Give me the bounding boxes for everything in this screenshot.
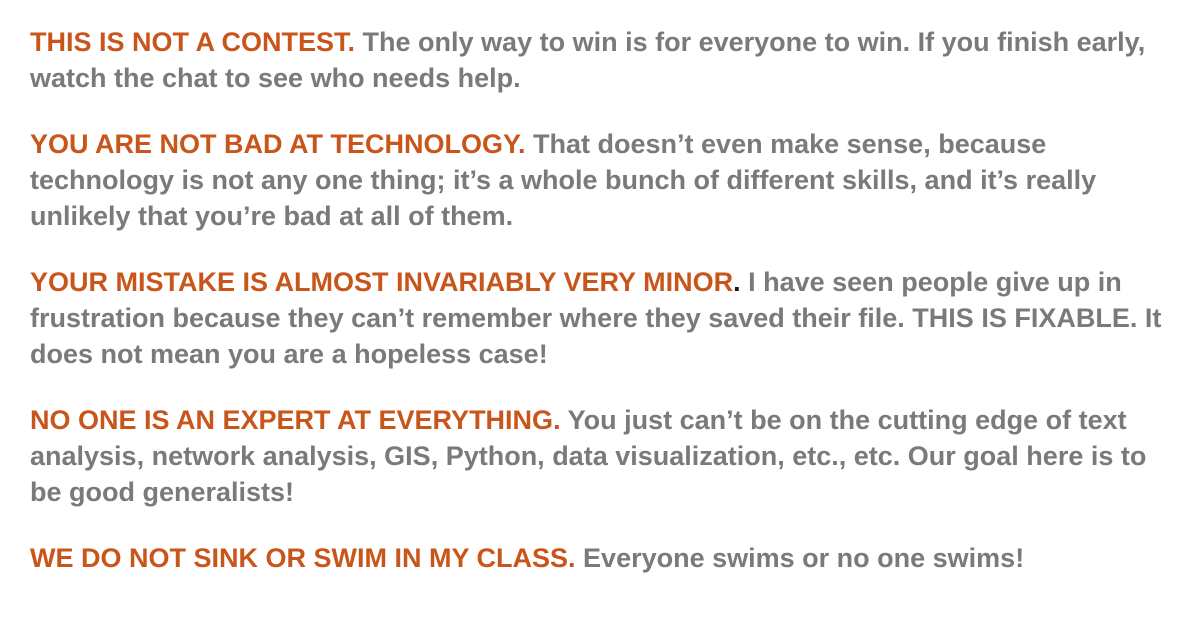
rule-paragraph-not-bad-at-technology: YOU ARE NOT BAD AT TECHNOLOGY. That does… — [30, 126, 1180, 234]
rule-heading-period: . — [518, 129, 526, 159]
rule-heading: WE DO NOT SINK OR SWIM IN MY CLASS — [30, 543, 569, 573]
rule-paragraph-not-a-contest: THIS IS NOT A CONTEST. The only way to w… — [30, 24, 1180, 96]
rule-paragraph-sink-or-swim: WE DO NOT SINK OR SWIM IN MY CLASS. Ever… — [30, 540, 1180, 576]
class-rules-document: THIS IS NOT A CONTEST. The only way to w… — [30, 24, 1180, 576]
rule-heading: THIS IS NOT A CONTEST — [30, 27, 348, 57]
rule-heading-period: . — [733, 267, 741, 297]
rule-heading: YOUR MISTAKE IS ALMOST INVARIABLY VERY M… — [30, 267, 734, 297]
rule-heading-period: . — [553, 405, 561, 435]
rule-paragraph-mistake-is-minor: YOUR MISTAKE IS ALMOST INVARIABLY VERY M… — [30, 264, 1180, 372]
rule-heading: YOU ARE NOT BAD AT TECHNOLOGY — [30, 129, 519, 159]
rule-heading-period: . — [568, 543, 576, 573]
rule-heading-period: . — [347, 27, 356, 57]
rule-text: Everyone swims or no one swims! — [583, 543, 1025, 573]
rule-heading: NO ONE IS AN EXPERT AT EVERYTHING — [30, 405, 554, 435]
rule-paragraph-no-one-is-expert: NO ONE IS AN EXPERT AT EVERYTHING. You j… — [30, 402, 1180, 510]
